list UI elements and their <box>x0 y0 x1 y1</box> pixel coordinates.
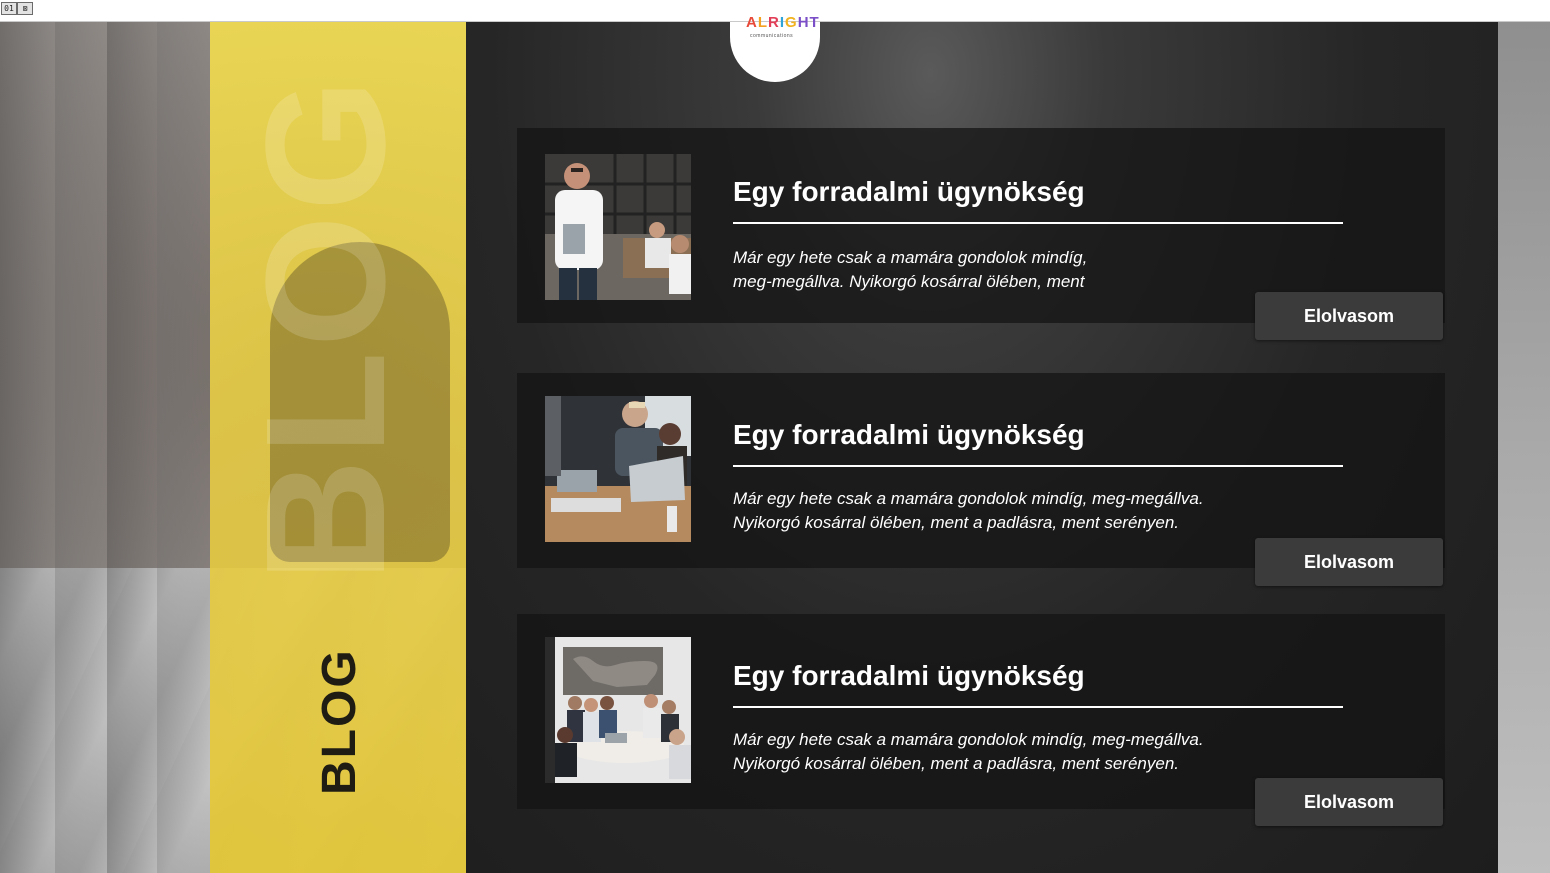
post-thumbnail[interactable] <box>545 637 691 783</box>
excerpt-line: Már egy hete csak a mamára gondolok mind… <box>733 248 1088 267</box>
glass-stripe <box>157 22 210 873</box>
excerpt-line: meg-megállva. Nyikorgó kosárral ölében, … <box>733 272 1085 291</box>
post-thumbnail[interactable] <box>545 396 691 542</box>
post-excerpt: Már egy hete csak a mamára gondolok mind… <box>733 246 1087 294</box>
post-title[interactable]: Egy forradalmi ügynökség <box>733 176 1085 208</box>
excerpt-line: Nyikorgó kosárral ölében, ment a padlásr… <box>733 513 1180 532</box>
excerpt-line: Már egy hete csak a mamára gondolok mind… <box>733 489 1204 508</box>
glass-stripe <box>0 22 55 873</box>
glass-stripe <box>107 22 157 873</box>
left-hero-panel: BLOG <box>0 22 466 873</box>
ghost-blog-text: BLOG <box>231 74 421 582</box>
window-control-left[interactable]: 01 <box>1 2 17 15</box>
right-decorative-panel <box>1498 22 1550 873</box>
post-image-portrait <box>545 154 691 300</box>
title-divider <box>733 222 1343 224</box>
read-more-button[interactable]: Elolvasom <box>1255 778 1443 826</box>
post-excerpt: Már egy hete csak a mamára gondolok mind… <box>733 728 1204 776</box>
post-title[interactable]: Egy forradalmi ügynökség <box>733 660 1085 692</box>
title-divider <box>733 706 1343 708</box>
post-thumbnail[interactable] <box>545 154 691 300</box>
glass-stripe <box>55 22 107 873</box>
section-title-blog: BLOG <box>313 648 366 795</box>
read-more-button[interactable]: Elolvasom <box>1255 538 1443 586</box>
excerpt-line: Nyikorgó kosárral ölében, ment a padlásr… <box>733 754 1180 773</box>
brand-logo[interactable]: ALRIGHT <box>746 14 820 31</box>
title-divider <box>733 465 1343 467</box>
post-image-meeting <box>545 396 691 542</box>
excerpt-line: Már egy hete csak a mamára gondolok mind… <box>733 730 1204 749</box>
post-excerpt: Már egy hete csak a mamára gondolok mind… <box>733 487 1204 535</box>
post-title[interactable]: Egy forradalmi ügynökség <box>733 419 1085 451</box>
read-more-button[interactable]: Elolvasom <box>1255 292 1443 340</box>
brand-tagline: communications <box>750 33 794 39</box>
post-image-conference <box>545 637 691 783</box>
window-control-close[interactable]: ⊠ <box>17 2 33 15</box>
